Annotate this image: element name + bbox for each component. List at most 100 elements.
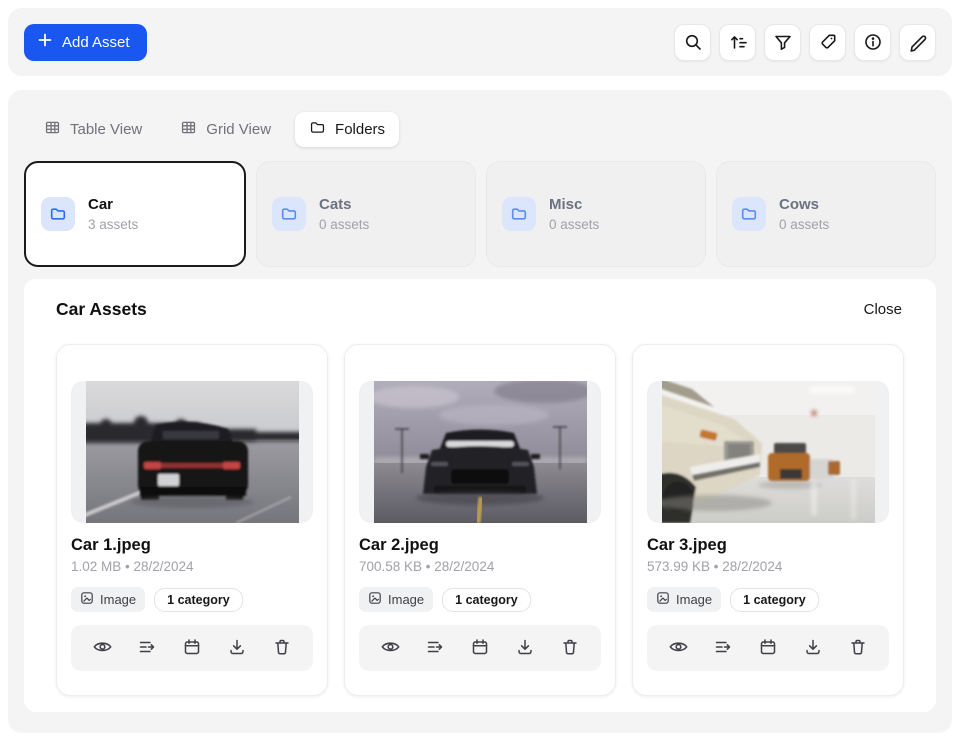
car-1-photo (86, 381, 299, 523)
asset-meta: 700.58 KB • 28/2/2024 (359, 559, 601, 574)
delete-button[interactable] (268, 634, 296, 662)
folder-count: 0 assets (319, 217, 369, 232)
tab-grid-view[interactable]: Grid View (166, 112, 285, 147)
sort-button[interactable] (719, 24, 756, 61)
download-button[interactable] (511, 634, 539, 662)
folder-card-misc[interactable]: Misc 0 assets (486, 161, 706, 267)
sort-ascending-icon (728, 32, 748, 52)
folder-assets-panel: Car Assets Close (24, 279, 936, 712)
table-icon (44, 119, 61, 140)
blue-folder-icon (272, 197, 306, 231)
edit-button[interactable] (899, 24, 936, 61)
calendar-icon (182, 637, 202, 660)
asset-card-car-2[interactable]: Car 2.jpeg 700.58 KB • 28/2/2024 Image 1… (344, 344, 616, 696)
assets-panel-title: Car Assets (56, 299, 147, 320)
category-badge[interactable]: 1 category (730, 588, 819, 612)
category-badge[interactable]: 1 category (442, 588, 531, 612)
close-button[interactable]: Close (854, 297, 912, 322)
folder-name: Cows (779, 196, 829, 214)
download-icon (227, 637, 247, 660)
asset-card-car-3[interactable]: Car 3.jpeg 573.99 KB • 28/2/2024 Image 1… (632, 344, 904, 696)
asset-name: Car 3.jpeg (647, 536, 889, 555)
asset-action-bar (647, 625, 889, 671)
image-type-badge: Image (647, 587, 721, 612)
folder-card-cats[interactable]: Cats 0 assets (256, 161, 476, 267)
asset-thumbnail-car-2[interactable] (359, 381, 601, 523)
download-icon (515, 637, 535, 660)
trash-icon (848, 637, 868, 660)
folders-row: Car 3 assets Cats 0 assets Misc (24, 161, 936, 267)
add-asset-button[interactable]: Add Asset (24, 24, 147, 61)
badge-row: Image 1 category (647, 587, 889, 612)
search-button[interactable] (674, 24, 711, 61)
folder-count: 0 assets (779, 217, 829, 232)
calendar-icon (758, 637, 778, 660)
eye-icon (668, 636, 689, 660)
folder-icon (309, 119, 326, 140)
move-to-list-button[interactable] (709, 634, 737, 662)
image-icon (656, 591, 670, 608)
tab-folders[interactable]: Folders (295, 112, 399, 147)
badge-row: Image 1 category (359, 587, 601, 612)
asset-action-bar (359, 625, 601, 671)
badge-row: Image 1 category (71, 587, 313, 612)
blue-folder-icon (41, 197, 75, 231)
pencil-icon (908, 32, 928, 52)
list-arrow-icon (425, 637, 445, 660)
filter-button[interactable] (764, 24, 801, 61)
asset-card-car-1[interactable]: Car 1.jpeg 1.02 MB • 28/2/2024 Image 1 c… (56, 344, 328, 696)
eye-icon (380, 636, 401, 660)
tag-button[interactable] (809, 24, 846, 61)
delete-button[interactable] (844, 634, 872, 662)
image-type-label: Image (100, 592, 136, 607)
move-to-list-button[interactable] (421, 634, 449, 662)
toolbar-icon-buttons (674, 24, 936, 61)
asset-name: Car 2.jpeg (359, 536, 601, 555)
folder-card-cows[interactable]: Cows 0 assets (716, 161, 936, 267)
add-asset-label: Add Asset (62, 34, 130, 51)
download-button[interactable] (223, 634, 251, 662)
tab-table-view[interactable]: Table View (30, 112, 156, 147)
list-arrow-icon (137, 637, 157, 660)
image-type-badge: Image (359, 587, 433, 612)
grid-icon (180, 119, 197, 140)
asset-name: Car 1.jpeg (71, 536, 313, 555)
folder-name: Misc (549, 196, 599, 214)
tab-grid-view-label: Grid View (206, 121, 271, 138)
plus-icon (37, 32, 53, 52)
calendar-button[interactable] (754, 634, 782, 662)
preview-button[interactable] (376, 634, 404, 662)
assets-header: Car Assets Close (40, 297, 920, 322)
asset-meta: 573.99 KB • 28/2/2024 (647, 559, 889, 574)
calendar-button[interactable] (466, 634, 494, 662)
main-panel: Table View Grid View Folders (8, 90, 952, 733)
preview-button[interactable] (88, 634, 116, 662)
search-icon (683, 32, 703, 52)
asset-thumbnail-car-3[interactable] (647, 381, 889, 523)
tag-icon (818, 32, 838, 52)
asset-meta: 1.02 MB • 28/2/2024 (71, 559, 313, 574)
folder-card-car[interactable]: Car 3 assets (24, 161, 246, 267)
image-type-label: Image (676, 592, 712, 607)
folder-name: Cats (319, 196, 369, 214)
blue-folder-icon (502, 197, 536, 231)
view-tabs: Table View Grid View Folders (30, 112, 936, 147)
category-badge[interactable]: 1 category (154, 588, 243, 612)
image-type-badge: Image (71, 587, 145, 612)
folder-name: Car (88, 196, 138, 214)
download-icon (803, 637, 823, 660)
calendar-button[interactable] (178, 634, 206, 662)
asset-thumbnail-car-1[interactable] (71, 381, 313, 523)
folder-count: 3 assets (88, 217, 138, 232)
download-button[interactable] (799, 634, 827, 662)
info-button[interactable] (854, 24, 891, 61)
trash-icon (560, 637, 580, 660)
delete-button[interactable] (556, 634, 584, 662)
preview-button[interactable] (664, 634, 692, 662)
tab-table-view-label: Table View (70, 121, 142, 138)
asset-manager-page: Add Asset (0, 0, 960, 747)
trash-icon (272, 637, 292, 660)
info-icon (863, 32, 883, 52)
filter-funnel-icon (773, 32, 793, 52)
move-to-list-button[interactable] (133, 634, 161, 662)
